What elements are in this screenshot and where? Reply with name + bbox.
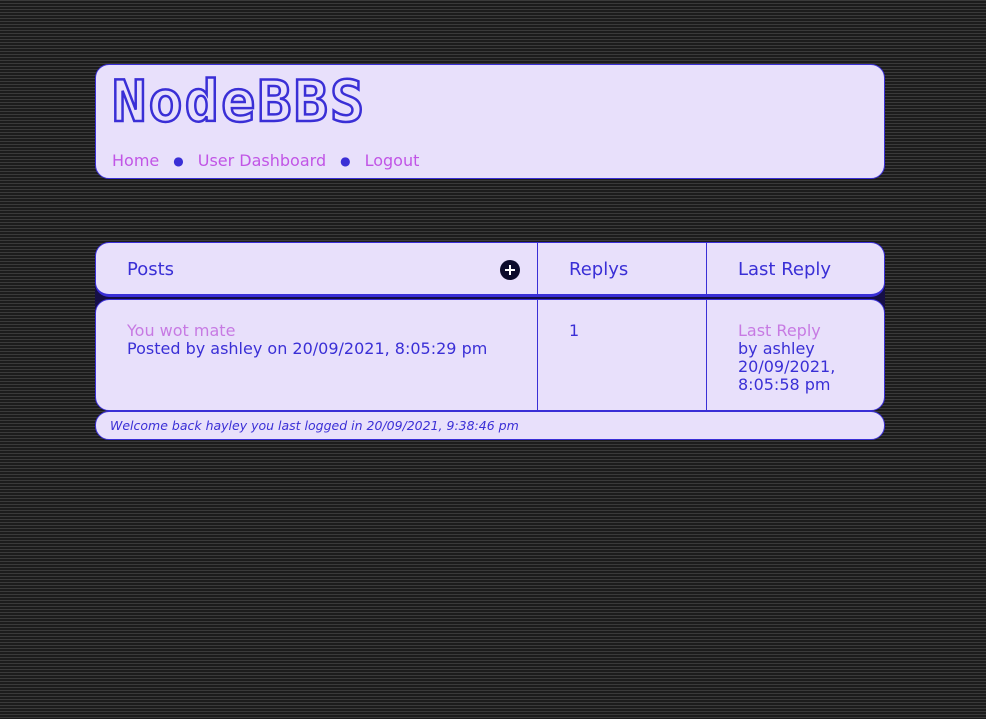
replies-cell: 1 [537, 300, 706, 410]
replys-column-header: Replys [569, 259, 629, 280]
post-title-link[interactable]: You wot mate [127, 322, 487, 340]
nav-home-link[interactable]: Home [112, 151, 159, 170]
last-reply-cell: Last Reply by ashley 20/09/2021, 8:05:58… [706, 300, 886, 410]
reply-count: 1 [569, 321, 580, 340]
replys-header-cell: Replys [537, 243, 706, 294]
table-row: You wot mate Posted by ashley on 20/09/2… [95, 299, 885, 411]
site-header: NodeBBS Home ● User Dashboard ● Logout [95, 64, 885, 179]
last-reply-time: 8:05:58 pm [738, 375, 831, 394]
post-meta: Posted by ashley on 20/09/2021, 8:05:29 … [127, 339, 488, 358]
last-reply-column-header: Last Reply [738, 259, 832, 280]
last-reply-author: by ashley [738, 339, 815, 358]
main-nav: Home ● User Dashboard ● Logout [112, 151, 419, 170]
site-title: NodeBBS [111, 68, 367, 137]
posts-column-header: Posts [127, 259, 175, 280]
table-header-row: Posts Replys Last Reply [95, 242, 885, 297]
last-reply-header-cell: Last Reply [706, 243, 886, 294]
nav-logout-link[interactable]: Logout [365, 151, 420, 170]
forum-table: Posts Replys Last Reply You wot mate Pos… [95, 242, 885, 411]
last-reply-date: 20/09/2021, [738, 357, 836, 376]
nav-separator: ● [173, 153, 184, 168]
welcome-bar: Welcome back hayley you last logged in 2… [95, 411, 885, 440]
post-cell: You wot mate Posted by ashley on 20/09/2… [96, 300, 537, 410]
nav-separator: ● [340, 153, 351, 168]
last-reply-link[interactable]: Last Reply [738, 322, 835, 340]
welcome-message: Welcome back hayley you last logged in 2… [110, 418, 519, 433]
new-post-plus-icon[interactable] [500, 260, 520, 280]
posts-header-cell: Posts [96, 243, 537, 294]
nav-dashboard-link[interactable]: User Dashboard [198, 151, 326, 170]
